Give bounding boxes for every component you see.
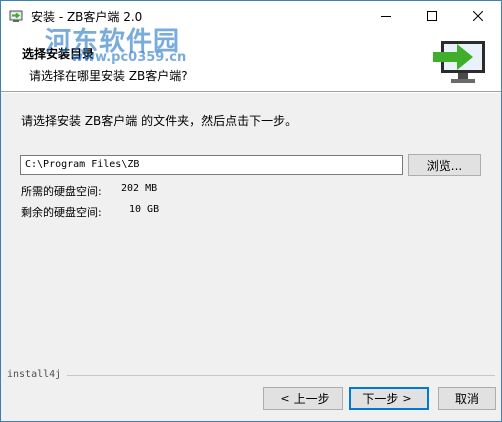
- required-space-label: 所需的硬盘空间:: [21, 185, 102, 198]
- free-space-label: 剩余的硬盘空间:: [21, 206, 102, 219]
- free-space-row: 剩余的硬盘空间: 10 GB: [21, 204, 159, 220]
- browse-button[interactable]: 浏览...: [408, 154, 481, 176]
- installer-app-icon: [9, 10, 23, 22]
- free-space-value: 10 GB: [129, 204, 160, 215]
- maximize-icon: [427, 11, 437, 21]
- next-button[interactable]: 下一步 >: [349, 387, 429, 410]
- minimize-button[interactable]: [363, 1, 409, 31]
- installer-window: 安装 - ZB客户端 2.0 选择安装目录 请选择在哪里安装 ZB客户端? 河东…: [0, 0, 502, 422]
- instruction-text: 请选择安装 ZB客户端 的文件夹，然后点击下一步。: [21, 114, 298, 128]
- close-button[interactable]: [455, 1, 501, 31]
- header-divider-highlight: [1, 92, 501, 93]
- minimize-icon: [381, 16, 391, 17]
- install-path-input[interactable]: [20, 155, 403, 175]
- title-bar[interactable]: 安装 - ZB客户端 2.0: [1, 1, 501, 31]
- chevron-right-icon: >: [402, 392, 412, 405]
- window-title: 安装 - ZB客户端 2.0: [31, 10, 143, 24]
- back-button[interactable]: < 上一步: [263, 387, 343, 410]
- installer-brand: install4j: [7, 369, 62, 380]
- header-panel: 选择安装目录 请选择在哪里安装 ZB客户端? 河东软件园 www.pc0359.…: [1, 27, 501, 91]
- page-subtitle: 请选择在哪里安装 ZB客户端?: [29, 69, 188, 83]
- footer-divider: [67, 375, 495, 376]
- cancel-button[interactable]: 取消: [438, 387, 496, 410]
- required-space-row: 所需的硬盘空间: 202 MB: [21, 183, 157, 199]
- back-button-label: 上一步: [293, 392, 330, 406]
- required-space-value: 202 MB: [121, 183, 158, 194]
- chevron-left-icon: <: [280, 392, 290, 405]
- maximize-button[interactable]: [409, 1, 455, 31]
- next-button-label: 下一步: [362, 392, 399, 406]
- close-icon: [473, 11, 483, 21]
- install-monitor-arrow-icon: [433, 41, 485, 83]
- page-title: 选择安装目录: [22, 47, 95, 61]
